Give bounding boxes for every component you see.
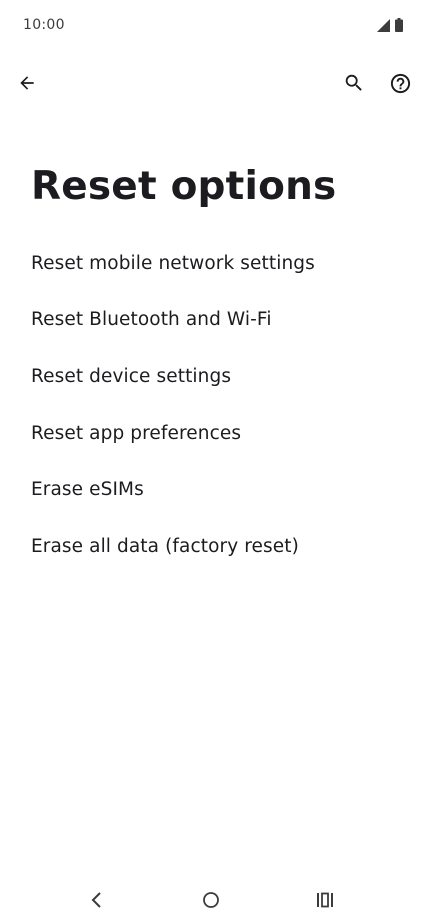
option-reset-app-preferences[interactable]: Reset app preferences: [0, 405, 423, 462]
back-button[interactable]: [7, 63, 47, 103]
option-label: Reset app preferences: [31, 422, 242, 444]
status-time: 10:00: [23, 17, 65, 33]
option-label: Reset Bluetooth and Wi-Fi: [31, 309, 272, 331]
option-label: Erase eSIMs: [31, 479, 144, 501]
search-icon: [345, 74, 362, 91]
page-title: Reset options: [31, 164, 337, 209]
help-button[interactable]: [380, 63, 420, 103]
status-bar: 10:00: [0, 0, 423, 52]
app-bar: [0, 60, 423, 106]
back-arrow-icon: [20, 76, 34, 90]
option-factory-reset[interactable]: Erase all data (factory reset): [0, 518, 423, 575]
option-label: Reset device settings: [31, 365, 232, 387]
nav-recents-button[interactable]: [305, 884, 345, 916]
nav-home-button[interactable]: [191, 884, 231, 916]
nav-home-icon: [203, 892, 219, 908]
nav-back-icon: [91, 892, 101, 908]
battery-icon: [395, 18, 403, 32]
cellular-signal-icon: [377, 18, 390, 32]
status-icons: [377, 18, 403, 32]
option-label: Reset mobile network settings: [31, 252, 315, 274]
option-reset-bluetooth-wifi[interactable]: Reset Bluetooth and Wi-Fi: [0, 292, 423, 349]
option-erase-esims[interactable]: Erase eSIMs: [0, 461, 423, 518]
option-label: Erase all data (factory reset): [31, 535, 299, 557]
nav-back-button[interactable]: [77, 884, 117, 916]
option-reset-mobile-network[interactable]: Reset mobile network settings: [0, 235, 423, 292]
navigation-bar: [0, 878, 423, 922]
nav-recents-icon: [317, 892, 333, 908]
help-icon: [390, 73, 410, 93]
option-reset-device-settings[interactable]: Reset device settings: [0, 348, 423, 405]
search-button[interactable]: [334, 63, 374, 103]
reset-options-list: Reset mobile network settings Reset Blue…: [0, 235, 423, 575]
